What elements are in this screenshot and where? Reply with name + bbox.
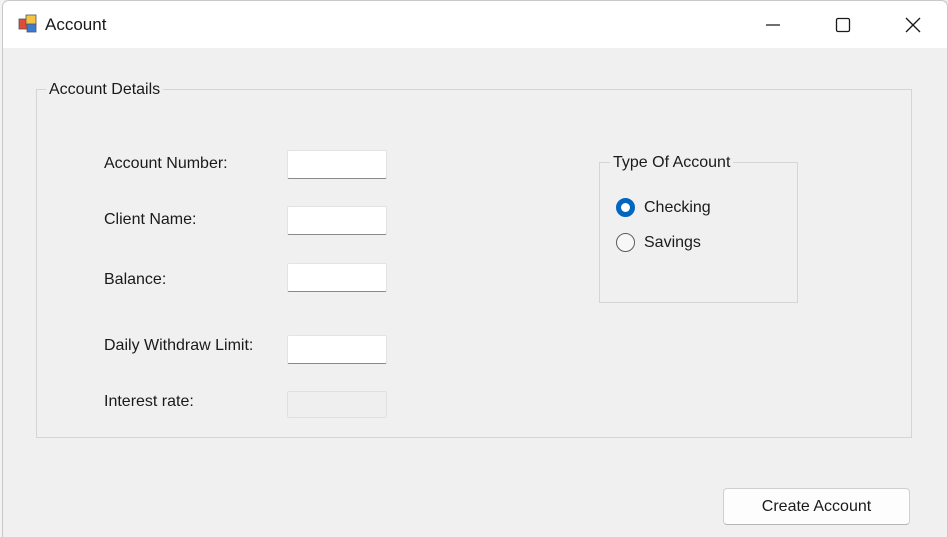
balance-input[interactable] (287, 263, 387, 292)
radio-checking-indicator[interactable] (616, 198, 635, 217)
window-title: Account (45, 15, 107, 34)
radio-savings[interactable]: Savings (616, 233, 701, 252)
daily-withdraw-limit-label: Daily Withdraw Limit: (104, 337, 254, 354)
close-icon (905, 17, 921, 32)
minimize-button[interactable] (738, 1, 808, 48)
close-button[interactable] (878, 1, 947, 48)
account-window: Account Account Details Account Number: … (2, 0, 948, 537)
maximize-icon (835, 17, 851, 32)
maximize-button[interactable] (808, 1, 878, 48)
radio-checking[interactable]: Checking (616, 198, 711, 217)
title-bar[interactable]: Account (3, 1, 947, 48)
account-number-input[interactable] (287, 150, 387, 179)
app-icon (18, 14, 37, 33)
account-details-legend: Account Details (46, 81, 164, 99)
interest-rate-input (287, 391, 387, 418)
radio-savings-indicator[interactable] (616, 233, 635, 252)
minimize-icon (766, 23, 780, 26)
client-name-label: Client Name: (104, 211, 197, 228)
radio-savings-label[interactable]: Savings (644, 234, 701, 252)
account-number-label: Account Number: (104, 155, 228, 172)
daily-withdraw-limit-input[interactable] (287, 335, 387, 364)
type-of-account-legend: Type Of Account (610, 154, 734, 172)
radio-checking-label[interactable]: Checking (644, 199, 711, 217)
balance-label: Balance: (104, 271, 167, 288)
create-account-button[interactable]: Create Account (723, 488, 910, 525)
client-name-input[interactable] (287, 206, 387, 235)
interest-rate-label: Interest rate: (104, 393, 194, 410)
